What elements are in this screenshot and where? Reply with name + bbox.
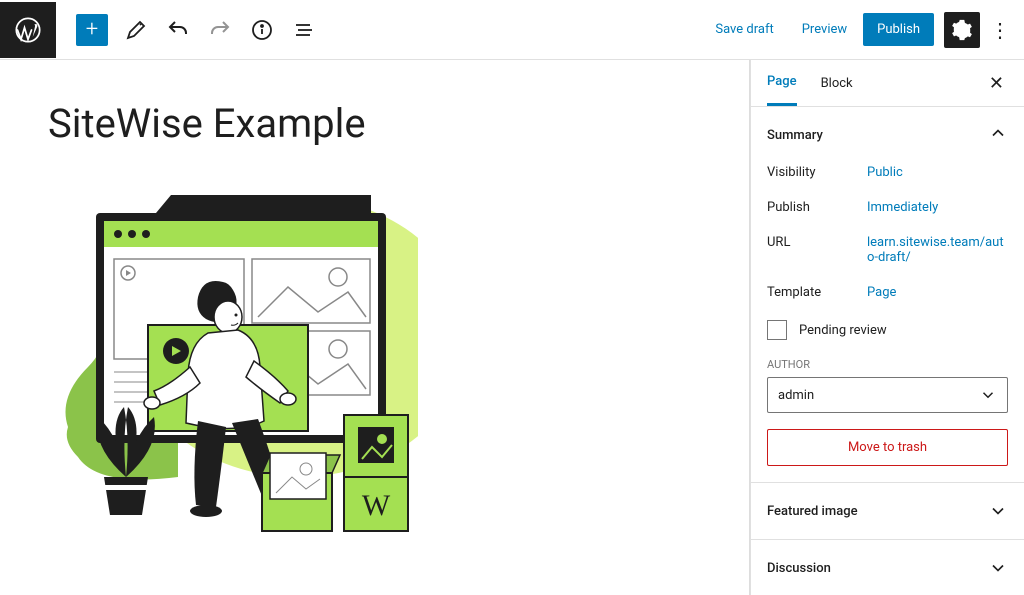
undo-icon [166,18,190,42]
editor-topbar: + Save draft Preview Publish ⋮ [0,0,1024,60]
wordpress-logo[interactable] [0,2,56,58]
list-view-icon [292,18,316,42]
chevron-down-icon [988,501,1008,521]
url-label: URL [767,235,867,250]
publish-label: Publish [767,200,867,215]
summary-panel-toggle[interactable]: Summary [767,123,1008,147]
more-options-button[interactable]: ⋮ [984,12,1016,48]
info-button[interactable] [244,12,280,48]
settings-toggle-button[interactable] [944,12,980,48]
discussion-label: Discussion [767,561,831,576]
featured-image-label: Featured image [767,504,858,519]
sidebar-tabs: Page Block ✕ [751,60,1024,107]
summary-panel: Summary Visibility Public Publish Immedi… [751,107,1024,483]
redo-button[interactable] [202,12,238,48]
author-value: admin [778,388,814,403]
template-value[interactable]: Page [867,285,1008,300]
author-label: AUTHOR [767,358,1008,371]
editor-canvas[interactable]: SiteWise Example [0,60,750,595]
author-select[interactable]: admin [767,377,1008,413]
sidebar-scrollbar[interactable] [750,60,751,340]
content-illustration: W [48,167,418,537]
save-draft-button[interactable]: Save draft [703,14,785,45]
redo-icon [208,18,232,42]
add-block-button[interactable]: + [76,14,108,46]
svg-text:W: W [362,489,391,522]
gear-icon [951,19,973,41]
toolbar-tools [118,12,322,48]
discussion-panel-toggle[interactable]: Discussion [751,540,1024,595]
chevron-down-icon [988,558,1008,578]
close-sidebar-button[interactable]: ✕ [985,69,1008,98]
undo-button[interactable] [160,12,196,48]
publish-button[interactable]: Publish [863,13,934,46]
preview-button[interactable]: Preview [790,14,859,45]
info-icon [250,18,274,42]
publish-value[interactable]: Immediately [867,200,1008,215]
topbar-actions: Save draft Preview Publish ⋮ [703,12,1024,48]
move-to-trash-button[interactable]: Move to trash [767,429,1008,466]
outline-button[interactable] [286,12,322,48]
tools-button[interactable] [118,12,154,48]
pending-review-label: Pending review [799,323,887,338]
featured-image-panel-toggle[interactable]: Featured image [751,483,1024,540]
url-value[interactable]: learn.sitewise.team/auto-draft/ [867,235,1008,265]
template-label: Template [767,285,867,300]
settings-sidebar: Page Block ✕ Summary Visibility Public P… [750,60,1024,595]
pending-review-checkbox[interactable] [767,320,787,340]
chevron-up-icon [988,123,1008,147]
summary-heading: Summary [767,128,823,143]
chevron-down-icon [979,386,997,404]
tab-page[interactable]: Page [767,60,797,106]
visibility-label: Visibility [767,165,867,180]
tab-block[interactable]: Block [821,62,853,105]
visibility-value[interactable]: Public [867,165,1008,180]
pencil-icon [124,18,148,42]
page-title[interactable]: SiteWise Example [48,100,701,147]
wordpress-icon [14,16,42,44]
